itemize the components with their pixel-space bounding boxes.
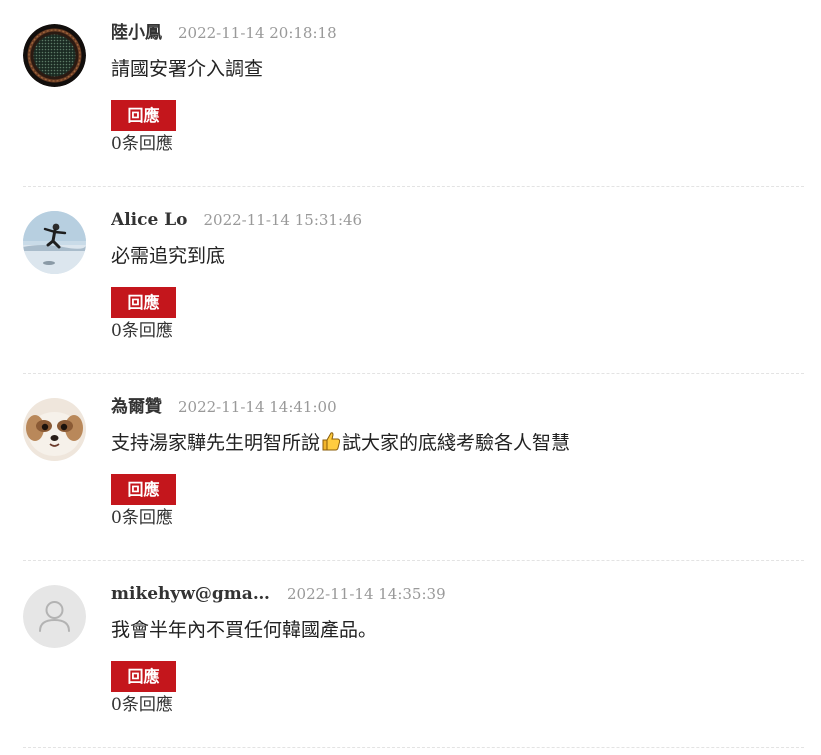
reply-button[interactable]: 回應 xyxy=(111,661,176,692)
comment-timestamp: 2022-11-14 14:35:39 xyxy=(287,585,446,603)
comment-body: 為爾贊 2022-11-14 14:41:00 支持湯家驊先生明智所說 試大家的底綫… xyxy=(111,394,804,530)
comment-body: 陸小鳳 2022-11-14 20:18:18 請國安署介入調查 回應 0条回應 xyxy=(111,20,804,156)
avatar[interactable] xyxy=(23,24,86,87)
comment-author[interactable]: 為爾贊 xyxy=(111,394,162,420)
avatar[interactable] xyxy=(23,585,86,648)
reply-count[interactable]: 0条回應 xyxy=(111,693,804,717)
reply-count[interactable]: 0条回應 xyxy=(111,132,804,156)
thumbs-up-icon xyxy=(320,430,342,452)
comment-item: 陸小鳳 2022-11-14 20:18:18 請國安署介入調查 回應 0条回應 xyxy=(23,0,804,187)
avatar[interactable] xyxy=(23,398,86,461)
reply-button[interactable]: 回應 xyxy=(111,287,176,318)
comment-meta: 陸小鳳 2022-11-14 20:18:18 xyxy=(111,20,804,46)
dog-avatar-icon xyxy=(23,398,86,461)
comment-item: Alice Lo 2022-11-14 15:31:46 必需追究到底 回應 0条… xyxy=(23,187,804,374)
comment-text: 我會半年內不買任何韓國產品。 xyxy=(111,619,378,641)
comment-body: mikehyw@gmai… 2022-11-14 14:35:39 我會半年內不買… xyxy=(111,581,804,717)
comment-meta: 為爾贊 2022-11-14 14:41:00 xyxy=(111,394,804,420)
comment-item: 為爾贊 2022-11-14 14:41:00 支持湯家驊先生明智所說 試大家的底綫… xyxy=(23,374,804,561)
comment-text-part: 支持湯家驊先生明智所說 xyxy=(111,432,321,454)
comment-text: 必需追究到底 xyxy=(111,245,226,267)
comment-author[interactable]: 陸小鳳 xyxy=(111,20,162,46)
comment-body: Alice Lo 2022-11-14 15:31:46 必需追究到底 回應 0条… xyxy=(111,207,804,343)
comment-meta: mikehyw@gmai… 2022-11-14 14:35:39 xyxy=(111,581,804,607)
default-user-icon xyxy=(23,585,86,648)
comment-text: 支持湯家驊先生明智所說 試大家的底綫考驗各人智慧 xyxy=(111,430,804,456)
ornate-disc-avatar-icon xyxy=(23,24,86,87)
comment-text-part: 試大家的底綫考驗各人智慧 xyxy=(342,432,571,454)
comment-author[interactable]: mikehyw@gmai… xyxy=(111,581,271,607)
jumping-person-avatar-icon xyxy=(23,211,86,274)
comment-author[interactable]: Alice Lo xyxy=(111,207,187,233)
comment-timestamp: 2022-11-14 20:18:18 xyxy=(178,24,337,42)
comment-meta: Alice Lo 2022-11-14 15:31:46 xyxy=(111,207,804,233)
reply-button[interactable]: 回應 xyxy=(111,100,176,131)
comment-item: mikehyw@gmai… 2022-11-14 14:35:39 我會半年內不買… xyxy=(23,561,804,748)
comment-list: 陸小鳳 2022-11-14 20:18:18 請國安署介入調查 回應 0条回應 xyxy=(23,0,804,748)
comment-timestamp: 2022-11-14 14:41:00 xyxy=(178,398,337,416)
comment-text: 請國安署介入調查 xyxy=(111,58,264,80)
comment-timestamp: 2022-11-14 15:31:46 xyxy=(203,211,363,229)
reply-count[interactable]: 0条回應 xyxy=(111,319,804,343)
reply-button[interactable]: 回應 xyxy=(111,474,176,505)
reply-count[interactable]: 0条回應 xyxy=(111,506,804,530)
avatar[interactable] xyxy=(23,211,86,274)
